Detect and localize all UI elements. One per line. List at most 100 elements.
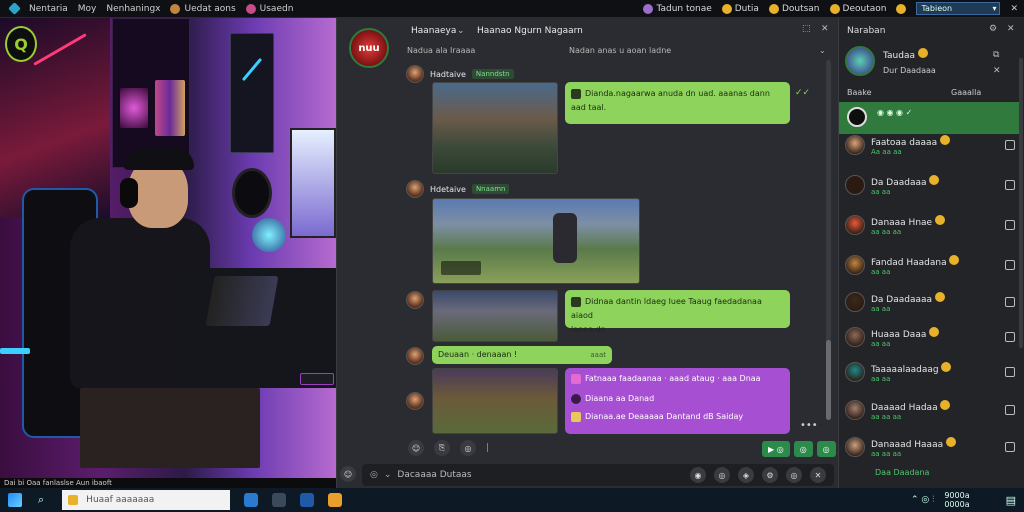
- coin-icon: [829, 3, 840, 14]
- chat-scrollbar-thumb[interactable]: [826, 340, 831, 420]
- notification-icon[interactable]: ▤: [1006, 494, 1016, 507]
- game-screenshot[interactable]: [432, 198, 640, 284]
- user-tag: Nnaamn: [471, 184, 510, 194]
- status-badge[interactable]: Doutsan: [768, 3, 820, 14]
- clock[interactable]: 9000a 0000a: [944, 491, 969, 509]
- sticker-icon[interactable]: ◉: [690, 467, 706, 483]
- member-action-icon[interactable]: [1005, 332, 1015, 342]
- avatar[interactable]: [406, 65, 424, 83]
- gif-icon[interactable]: ◎: [714, 467, 730, 483]
- avatar: [845, 175, 865, 195]
- game-screenshot[interactable]: [432, 290, 558, 342]
- message-composer[interactable]: ◎ ⌄ Dacaaaa Dutaas ◉ ◎ ◈ ⚙ ◎ ✕: [362, 464, 834, 486]
- member-row[interactable]: Daaaad Hadaa aa aa aa: [839, 395, 1024, 425]
- member-action-icon[interactable]: [1005, 297, 1015, 307]
- member-row[interactable]: Fandad Haadana aa aa: [839, 250, 1024, 280]
- stream-video[interactable]: [0, 18, 336, 478]
- expand-icon[interactable]: ⬚: [802, 24, 811, 34]
- play-button[interactable]: ▶ ◎: [762, 441, 790, 457]
- menu-item-label: Uedat aons: [184, 3, 236, 14]
- search-input[interactable]: Tabieon ▾: [916, 2, 1001, 15]
- status-badge[interactable]: Dutia: [721, 3, 759, 14]
- divider: |: [486, 443, 490, 453]
- close-icon[interactable]: ✕: [821, 24, 829, 34]
- reaction-icon[interactable]: ✓✓: [795, 88, 810, 98]
- chat-message-header: [406, 392, 424, 410]
- members-scrollbar[interactable]: [1019, 58, 1023, 348]
- channel-title: Haanaeya: [411, 26, 457, 36]
- chevron-down-icon[interactable]: ⌄: [819, 46, 826, 55]
- member-sub: aa aa: [871, 267, 891, 276]
- gif-icon[interactable]: ◎: [460, 440, 476, 456]
- store-icon[interactable]: [300, 493, 315, 507]
- taskbar-search-input[interactable]: Huaaf aaaaaaa: [62, 490, 231, 510]
- member-row[interactable]: Taaaaalaadaag aa aa: [839, 357, 1024, 387]
- profile-icon: [643, 3, 654, 14]
- game-screenshot[interactable]: [432, 82, 558, 174]
- settings-icon[interactable]: ⚙: [762, 467, 778, 483]
- channel-logo[interactable]: nuu: [349, 28, 389, 68]
- member-sub: aa aa aa: [871, 449, 902, 458]
- emoji-icon[interactable]: ☺: [340, 466, 356, 482]
- menu-item-with-avatar[interactable]: Uedat aons: [170, 3, 236, 14]
- quick-action-button[interactable]: ◎: [793, 441, 813, 457]
- status-badge[interactable]: Deoutaon: [829, 3, 886, 14]
- member-action-icon[interactable]: [1005, 140, 1015, 150]
- close-icon[interactable]: ✕: [993, 66, 1001, 76]
- chevron-down-icon[interactable]: ⌄: [384, 470, 392, 480]
- member-row[interactable]: Da Daadaaa aa aa: [839, 170, 1024, 200]
- status-badge[interactable]: Tadun tonae: [643, 3, 712, 14]
- avatar[interactable]: [406, 180, 424, 198]
- member-action-icon[interactable]: [1005, 442, 1015, 452]
- edge-icon[interactable]: [244, 493, 259, 507]
- avatar[interactable]: [406, 392, 424, 410]
- composer-placeholder: Dacaaaa Dutaas: [397, 470, 472, 480]
- member-row[interactable]: Da Daadaaaa aa aa: [839, 287, 1024, 317]
- attach-icon[interactable]: ◎: [370, 470, 378, 480]
- notification-icon[interactable]: [896, 3, 907, 14]
- chevron-down-icon[interactable]: ⌄: [457, 26, 465, 36]
- tray-icons[interactable]: ⌃ ◎ ⫶: [911, 495, 934, 505]
- menu-item[interactable]: Nentaria: [29, 4, 68, 14]
- member-row[interactable]: Huaaa Daaa aa aa: [839, 322, 1024, 352]
- member-action-icon[interactable]: [1005, 180, 1015, 190]
- game-icon: [571, 373, 581, 384]
- close-icon[interactable]: ✕: [1010, 4, 1018, 14]
- gift-icon[interactable]: ◈: [738, 467, 754, 483]
- attach-icon[interactable]: ⎘: [434, 440, 450, 456]
- copy-icon[interactable]: ⧉: [993, 50, 999, 60]
- member-action-icon[interactable]: [1005, 260, 1015, 270]
- menu-item-with-icon[interactable]: Usaedn: [245, 3, 293, 14]
- search-icon[interactable]: ⌕: [38, 493, 44, 507]
- emoji-icon[interactable]: ☺: [408, 440, 424, 456]
- settings-icon[interactable]: ⚙: [989, 24, 997, 34]
- book-stack: [155, 80, 185, 136]
- close-icon[interactable]: ✕: [810, 467, 826, 483]
- member-name: Danaaad Haaaa: [871, 436, 956, 450]
- member-row[interactable]: Faatoaa daaaa Aa aa aa: [839, 130, 1024, 160]
- avatar[interactable]: [406, 347, 424, 365]
- member-row[interactable]: Danaaad Haaaa aa aa aa: [839, 432, 1024, 462]
- app-icon[interactable]: [328, 493, 343, 507]
- start-icon[interactable]: [8, 493, 22, 507]
- menu-item[interactable]: Nenhaningx: [106, 4, 160, 14]
- more-icon[interactable]: •••: [800, 420, 818, 431]
- menu-item[interactable]: Moy: [78, 4, 97, 14]
- avatar[interactable]: [406, 291, 424, 309]
- member-sub: aa aa: [871, 304, 891, 313]
- member-action-icon[interactable]: [1005, 367, 1015, 377]
- quick-action-button[interactable]: ◎: [816, 441, 836, 457]
- member-sub: aa aa: [871, 374, 891, 383]
- close-icon[interactable]: ✕: [1007, 24, 1015, 34]
- mic-icon[interactable]: ◎: [786, 467, 802, 483]
- self-avatar[interactable]: [845, 46, 875, 76]
- game-screenshot[interactable]: [432, 368, 558, 434]
- username[interactable]: Hdetaive: [430, 185, 466, 194]
- member-action-icon[interactable]: [1005, 405, 1015, 415]
- member-action-icon[interactable]: [1005, 220, 1015, 230]
- files-icon[interactable]: [272, 493, 287, 507]
- member-row[interactable]: Danaaa Hnae aa aa aa: [839, 210, 1024, 240]
- member-name: Taaaaalaadaag: [871, 361, 952, 375]
- folder-icon: [68, 495, 79, 505]
- username[interactable]: Hadtaive: [430, 70, 466, 79]
